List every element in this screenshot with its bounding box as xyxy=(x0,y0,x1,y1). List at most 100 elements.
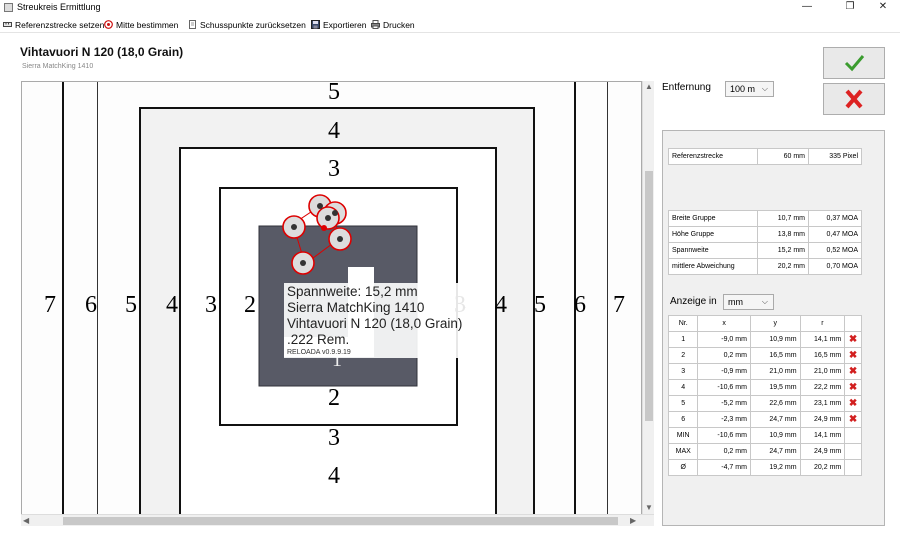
shot-nr: 4 xyxy=(667,379,699,396)
shot-y: 10,9 mm xyxy=(749,331,801,348)
group-label: Spannweite xyxy=(668,242,758,259)
mitte-bestimmen-button[interactable]: Mitte bestimmen xyxy=(104,18,178,31)
vertical-scroll-thumb[interactable] xyxy=(645,171,653,421)
chevron-down-icon: ⌵ xyxy=(761,84,768,93)
table-row: Referenzstrecke 60 mm 335 Pixel xyxy=(668,148,862,165)
delete-shot-icon[interactable]: ✖ xyxy=(844,331,862,348)
stat-r: 20,2 mm xyxy=(799,459,846,476)
delete-shot-icon[interactable]: ✖ xyxy=(844,395,862,412)
anzeige-value: mm xyxy=(728,297,743,307)
mitte-bestimmen-label: Mitte bestimmen xyxy=(116,19,179,30)
shot-r: 24,9 mm xyxy=(799,411,846,428)
shot-nr: 2 xyxy=(667,347,699,364)
shot-x: 0,2 mm xyxy=(697,347,751,364)
scroll-right-arrow[interactable]: ▶ xyxy=(630,516,636,525)
reference-mm: 60 mm xyxy=(757,148,809,165)
shot-r: 22,2 mm xyxy=(799,379,846,396)
stat-y: 10,9 mm xyxy=(749,427,801,444)
close-button[interactable]: ✕ xyxy=(868,0,898,15)
title-bar: Streukreis Ermittlung — ❐ ✕ xyxy=(0,0,900,15)
table-row: 3 -0,9 mm 21,0 mm 21,0 mm ✖ xyxy=(667,363,862,380)
page-title: Vihtavuori N 120 (18,0 Grain) xyxy=(20,45,184,59)
shot-y: 16,5 mm xyxy=(749,347,801,364)
stat-label: MIN xyxy=(667,427,699,444)
reference-table: Referenzstrecke 60 mm 335 Pixel xyxy=(668,148,862,165)
scroll-left-arrow[interactable]: ◀ xyxy=(23,516,29,525)
shots-table: Nr. x y r 1 -9,0 mm 10,9 mm 14,1 mm ✖ 2 … xyxy=(667,315,862,476)
table-row: Höhe Gruppe 13,8 mm 0,47 MOA xyxy=(668,226,862,243)
stat-y: 24,7 mm xyxy=(749,443,801,460)
scroll-down-arrow[interactable]: ▼ xyxy=(645,503,653,512)
horizontal-scrollbar[interactable]: ◀ ▶ xyxy=(21,514,654,526)
delete-shot-icon[interactable]: ✖ xyxy=(844,379,862,396)
shot-nr: 6 xyxy=(667,411,699,428)
stat-y: 19,2 mm xyxy=(749,459,801,476)
minimize-button[interactable]: — xyxy=(792,0,822,15)
exportieren-button[interactable]: Exportieren xyxy=(311,18,366,31)
target-center-icon xyxy=(104,20,113,29)
drucken-button[interactable]: Drucken xyxy=(371,18,415,31)
table-row: 6 -2,3 mm 24,7 mm 24,9 mm ✖ xyxy=(667,411,862,428)
table-row: Breite Gruppe 10,7 mm 0,37 MOA xyxy=(668,210,862,227)
header-delete xyxy=(844,315,862,332)
restore-button[interactable]: ❐ xyxy=(835,0,865,15)
stats-row: Ø -4,7 mm 19,2 mm 20,2 mm xyxy=(667,459,862,476)
group-moa: 0,70 MOA xyxy=(808,258,862,275)
referenzstrecke-label: Referenzstrecke setzen xyxy=(15,19,105,30)
stat-r: 14,1 mm xyxy=(799,427,846,444)
delete-shot-icon[interactable]: ✖ xyxy=(844,363,862,380)
stats-row: MIN -10,6 mm 10,9 mm 14,1 mm xyxy=(667,427,862,444)
referenzstrecke-button[interactable]: Referenzstrecke setzen xyxy=(3,18,104,31)
ok-button[interactable] xyxy=(823,47,885,79)
shot-y: 22,6 mm xyxy=(749,395,801,412)
scroll-up-arrow[interactable]: ▲ xyxy=(645,82,653,91)
target-image[interactable]: 5 4 3 2 3 4 7 6 5 4 3 2 3 4 5 6 7 1 Span… xyxy=(21,81,642,526)
header-x: x xyxy=(697,315,751,332)
stats-row: MAX 0,2 mm 24,7 mm 24,9 mm xyxy=(667,443,862,460)
shot-y: 21,0 mm xyxy=(749,363,801,380)
table-row: 1 -9,0 mm 10,9 mm 14,1 mm ✖ xyxy=(667,331,862,348)
overlay-version: RELOADA v0.9.9.19 xyxy=(287,349,351,356)
shot-x: -2,3 mm xyxy=(697,411,751,428)
shot-nr: 5 xyxy=(667,395,699,412)
toolbar: Referenzstrecke setzen Mitte bestimmen S… xyxy=(0,15,900,33)
anzeige-select[interactable]: mm ⌵ xyxy=(723,294,774,310)
group-table: Breite Gruppe 10,7 mm 0,37 MOA Höhe Grup… xyxy=(668,210,862,275)
entfernung-value: 100 m xyxy=(730,84,756,94)
app-icon xyxy=(4,3,13,12)
group-mm: 13,8 mm xyxy=(757,226,809,243)
shot-nr: 1 xyxy=(667,331,699,348)
empty-cell xyxy=(844,443,862,460)
entfernung-select[interactable]: 100 m ⌵ xyxy=(725,81,774,97)
vertical-scrollbar[interactable]: ▲ ▼ xyxy=(642,81,654,514)
document-reset-icon xyxy=(188,20,197,29)
empty-cell xyxy=(844,459,862,476)
window-title: Streukreis Ermittlung xyxy=(17,2,101,12)
shot-nr: 3 xyxy=(667,363,699,380)
shot-r: 21,0 mm xyxy=(799,363,846,380)
cancel-button[interactable] xyxy=(823,83,885,115)
shot-r: 16,5 mm xyxy=(799,347,846,364)
stat-x: -4,7 mm xyxy=(697,459,751,476)
overlay-box: Spannweite: 15,2 mm Sierra MatchKing 141… xyxy=(284,283,466,358)
delete-shot-icon[interactable]: ✖ xyxy=(844,411,862,428)
table-row: Spannweite 15,2 mm 0,52 MOA xyxy=(668,242,862,259)
red-x-icon xyxy=(845,89,863,109)
table-row: 2 0,2 mm 16,5 mm 16,5 mm ✖ xyxy=(667,347,862,364)
shot-y: 19,5 mm xyxy=(749,379,801,396)
horizontal-scroll-thumb[interactable] xyxy=(63,517,618,525)
stat-x: 0,2 mm xyxy=(697,443,751,460)
stat-label: MAX xyxy=(667,443,699,460)
schusspunkte-reset-button[interactable]: Schusspunkte zurücksetzen xyxy=(188,18,306,31)
stat-label: Ø xyxy=(667,459,699,476)
ruler-icon xyxy=(3,20,12,29)
table-header-row: Nr. x y r xyxy=(667,315,862,332)
shot-x: -9,0 mm xyxy=(697,331,751,348)
header-y: y xyxy=(749,315,801,332)
anzeige-label: Anzeige in xyxy=(670,296,717,307)
group-mm: 20,2 mm xyxy=(757,258,809,275)
printer-icon xyxy=(371,20,380,29)
delete-shot-icon[interactable]: ✖ xyxy=(844,347,862,364)
empty-cell xyxy=(844,427,862,444)
table-row: 4 -10,6 mm 19,5 mm 22,2 mm ✖ xyxy=(667,379,862,396)
